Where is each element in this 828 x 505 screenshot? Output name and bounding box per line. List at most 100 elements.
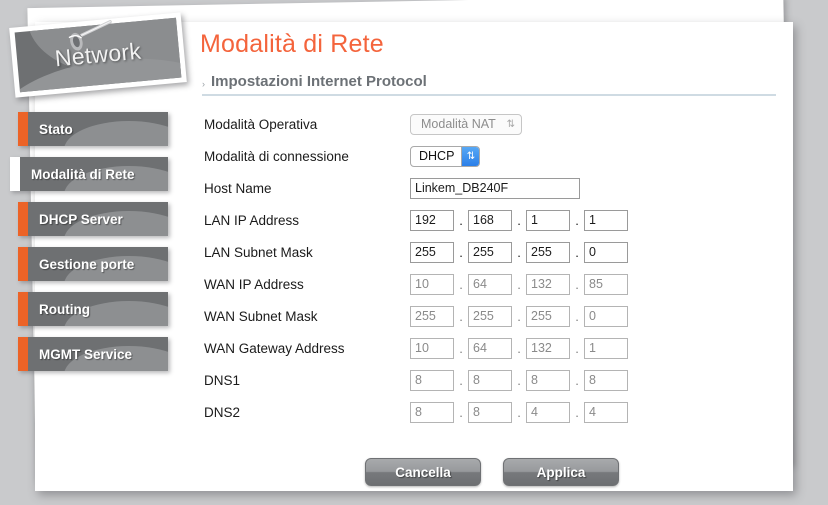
section-title: Impostazioni Internet Protocol [211, 73, 427, 90]
form-row-wan-gateway: WAN Gateway Address 10 . 64 . 132 . 1 [204, 332, 788, 364]
octet-separator: . [575, 212, 579, 228]
lan-ip-octet-1[interactable]: 192 [410, 209, 454, 231]
octet-separator: . [459, 276, 463, 292]
sidebar-nav: Stato Modalità di Rete DHCP Server Gesti… [0, 112, 190, 382]
label-lan-subnet-mask: LAN Subnet Mask [204, 244, 313, 260]
field-connection-mode: DHCP ⇅ [410, 145, 481, 167]
label-lan-ip: LAN IP Address [204, 212, 300, 228]
field-lan-ip: 192 . 168 . 1 . 1 [410, 209, 628, 231]
updown-chevron-icon[interactable]: ⇅ [461, 146, 480, 166]
lan-ip-octet-2[interactable]: 168 [468, 209, 512, 231]
sidebar-accent-bar [18, 247, 28, 281]
sidebar-accent-bar [18, 202, 28, 236]
field-dns1: 8 . 8 . 8 . 8 [410, 369, 628, 391]
sidebar-item-stato[interactable]: Stato [18, 112, 168, 146]
sidebar-item-label: Routing [39, 301, 90, 317]
field-operating-mode: Modalità NAT ⇅ [410, 113, 522, 135]
wan-ip-octet-3: 132 [526, 273, 570, 295]
cancel-button[interactable]: Cancella [365, 458, 481, 486]
form-row-lan-subnet-mask: LAN Subnet Mask 255 . 255 . 255 . 0 [204, 236, 788, 268]
octet-separator: . [517, 372, 521, 388]
form-row-wan-subnet-mask: WAN Subnet Mask 255 . 255 . 255 . 0 [204, 300, 788, 332]
octet-separator: . [459, 212, 463, 228]
section-header: › Impostazioni Internet Protocol [202, 73, 788, 90]
octet-separator: . [517, 308, 521, 324]
sidebar-item-body: MGMT Service [28, 337, 168, 371]
form-row-lan-ip: LAN IP Address 192 . 168 . 1 . 1 [204, 204, 788, 236]
main-content: Modalità di Rete › Impostazioni Internet… [196, 30, 788, 428]
wan-ip-octet-4: 85 [584, 273, 628, 295]
sidebar-item-mgmt-service[interactable]: MGMT Service [18, 337, 168, 371]
sidebar-item-gestione-porte[interactable]: Gestione porte [18, 247, 168, 281]
lan-ip-octet-4[interactable]: 1 [584, 209, 628, 231]
wan-ip-octet-2: 64 [468, 273, 512, 295]
dns2-octet-2: 8 [468, 401, 512, 423]
sidebar-accent-bar-active [10, 157, 20, 191]
octet-separator: . [517, 276, 521, 292]
lan-mask-octet-2[interactable]: 255 [468, 241, 512, 263]
form-row-operating-mode: Modalità Operativa Modalità NAT ⇅ [204, 108, 788, 140]
sidebar-item-dhcp-server[interactable]: DHCP Server [18, 202, 168, 236]
dns2-octet-1: 8 [410, 401, 454, 423]
sidebar-item-routing[interactable]: Routing [18, 292, 168, 326]
host-name-input[interactable]: Linkem_DB240F [410, 177, 580, 199]
octet-separator: . [575, 404, 579, 420]
lan-mask-octet-4[interactable]: 0 [584, 241, 628, 263]
octet-separator: . [459, 404, 463, 420]
sidebar-accent-bar [18, 112, 28, 146]
field-lan-subnet-mask: 255 . 255 . 255 . 0 [410, 241, 628, 263]
wan-gw-octet-3: 132 [526, 337, 570, 359]
lan-mask-octet-1[interactable]: 255 [410, 241, 454, 263]
wan-gw-octet-1: 10 [410, 337, 454, 359]
field-host-name: Linkem_DB240F [410, 177, 580, 199]
dns2-octet-4: 4 [584, 401, 628, 423]
lan-ip-octet-3[interactable]: 1 [526, 209, 570, 231]
octet-separator: . [517, 340, 521, 356]
wan-mask-octet-4: 0 [584, 305, 628, 327]
octet-separator: . [575, 276, 579, 292]
form-row-wan-ip: WAN IP Address 10 . 64 . 132 . 85 [204, 268, 788, 300]
ip-settings-form: Modalità Operativa Modalità NAT ⇅ Modali… [204, 108, 788, 428]
octet-separator: . [575, 308, 579, 324]
octet-separator: . [517, 404, 521, 420]
dns2-octet-3: 4 [526, 401, 570, 423]
dns1-octet-4: 8 [584, 369, 628, 391]
sidebar-item-label: DHCP Server [39, 211, 123, 227]
page-title: Modalità di Rete [200, 30, 384, 58]
paperclip-icon [68, 20, 112, 52]
dns1-octet-1: 8 [410, 369, 454, 391]
dns1-octet-2: 8 [468, 369, 512, 391]
octet-separator: . [575, 372, 579, 388]
label-operating-mode: Modalità Operativa [204, 116, 318, 132]
octet-separator: . [575, 340, 579, 356]
form-row-host-name: Host Name Linkem_DB240F [204, 172, 788, 204]
wan-mask-octet-1: 255 [410, 305, 454, 327]
label-dns1: DNS1 [204, 372, 241, 388]
chevron-right-icon: › [202, 78, 205, 89]
sidebar-item-label: MGMT Service [39, 346, 133, 362]
field-dns2: 8 . 8 . 4 . 4 [410, 401, 628, 423]
lan-mask-octet-3[interactable]: 255 [526, 241, 570, 263]
sidebar-item-modalita-di-rete[interactable]: Modalità di Rete [10, 157, 168, 191]
field-wan-gateway: 10 . 64 . 132 . 1 [410, 337, 628, 359]
octet-separator: . [517, 212, 521, 228]
octet-separator: . [517, 244, 521, 260]
label-wan-ip: WAN IP Address [204, 276, 304, 292]
sidebar-item-body: Routing [28, 292, 168, 326]
form-row-dns2: DNS2 8 . 8 . 4 . 4 [204, 396, 788, 428]
wan-mask-octet-2: 255 [468, 305, 512, 327]
connection-mode-select[interactable]: DHCP ⇅ [410, 145, 481, 167]
form-row-connection-mode: Modalità di connessione DHCP ⇅ [204, 140, 788, 172]
field-wan-subnet-mask: 255 . 255 . 255 . 0 [410, 305, 628, 327]
connection-mode-value: DHCP [419, 149, 455, 163]
sidebar-item-label: Stato [39, 121, 73, 137]
apply-button[interactable]: Applica [503, 458, 619, 486]
app-window: Network Stato Modalità di Rete DHCP Serv… [0, 0, 828, 505]
sidebar-item-label: Modalità di Rete [31, 166, 135, 182]
octet-separator: . [459, 340, 463, 356]
octet-separator: . [459, 308, 463, 324]
label-connection-mode: Modalità di connessione [204, 148, 349, 164]
sidebar-accent-bar [18, 337, 28, 371]
octet-separator: . [459, 244, 463, 260]
brand-logo: Network [8, 12, 188, 100]
